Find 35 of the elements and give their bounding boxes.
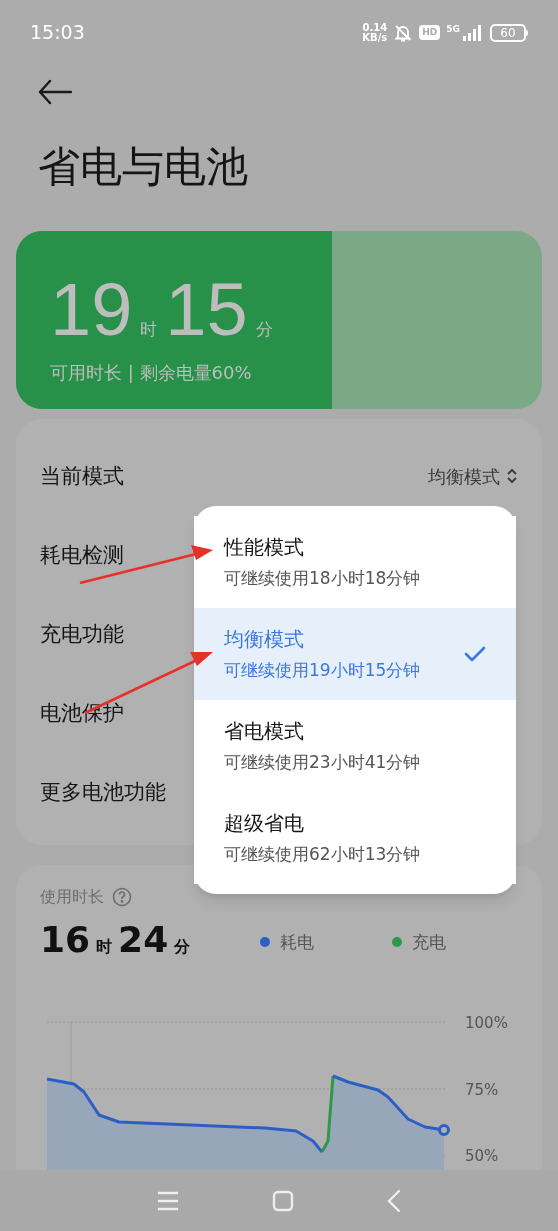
legend-label: 耗电 [280, 930, 315, 954]
mode-option[interactable]: 超级省电 可继续使用62小时13分钟 [194, 792, 516, 884]
mode-option[interactable]: 均衡模式 可继续使用19小时15分钟 [194, 608, 516, 700]
axis-label: 50% [465, 1147, 499, 1165]
bell-off-icon [393, 22, 414, 43]
check-icon [464, 645, 486, 663]
home-icon[interactable] [272, 1189, 294, 1212]
mode-option[interactable]: 省电模式 可继续使用23小时41分钟 [194, 700, 516, 792]
usage-hours-unit: 时 [96, 936, 113, 958]
back-nav-icon[interactable] [387, 1188, 402, 1213]
chevron-up-down-icon [506, 468, 518, 485]
help-icon[interactable] [112, 887, 132, 907]
hours-unit: 时 [140, 318, 158, 342]
hd-badge: HD [419, 25, 441, 40]
back-icon[interactable] [38, 79, 72, 105]
usage-minutes-unit: 分 [174, 936, 191, 958]
battery-caption: 可用时长 | 剩余电量60% [50, 360, 253, 385]
minutes-unit: 分 [255, 318, 273, 342]
usage-title: 使用时长 [40, 886, 104, 908]
usage-minutes: 24 [118, 921, 169, 959]
usage-hours: 16 [40, 921, 91, 959]
mode-option[interactable]: 性能模式 可继续使用18小时18分钟 [194, 516, 516, 608]
status-time: 15:03 [30, 20, 85, 46]
page-title: 省电与电池 [37, 140, 249, 193]
network-speed: 0.14 KB/s [362, 22, 388, 43]
settings-row[interactable]: 当前模式 均衡模式 [16, 436, 542, 516]
battery-indicator: 60 [490, 23, 528, 42]
minutes-value: 15 [165, 274, 248, 345]
legend-label: 充电 [412, 930, 447, 954]
network-type: 5G [446, 24, 460, 34]
axis-label: 100% [465, 1014, 508, 1032]
menu-icon[interactable] [156, 1190, 179, 1211]
axis-label: 75% [465, 1081, 499, 1099]
hours-value: 19 [50, 274, 133, 345]
signal-icon [462, 24, 484, 41]
